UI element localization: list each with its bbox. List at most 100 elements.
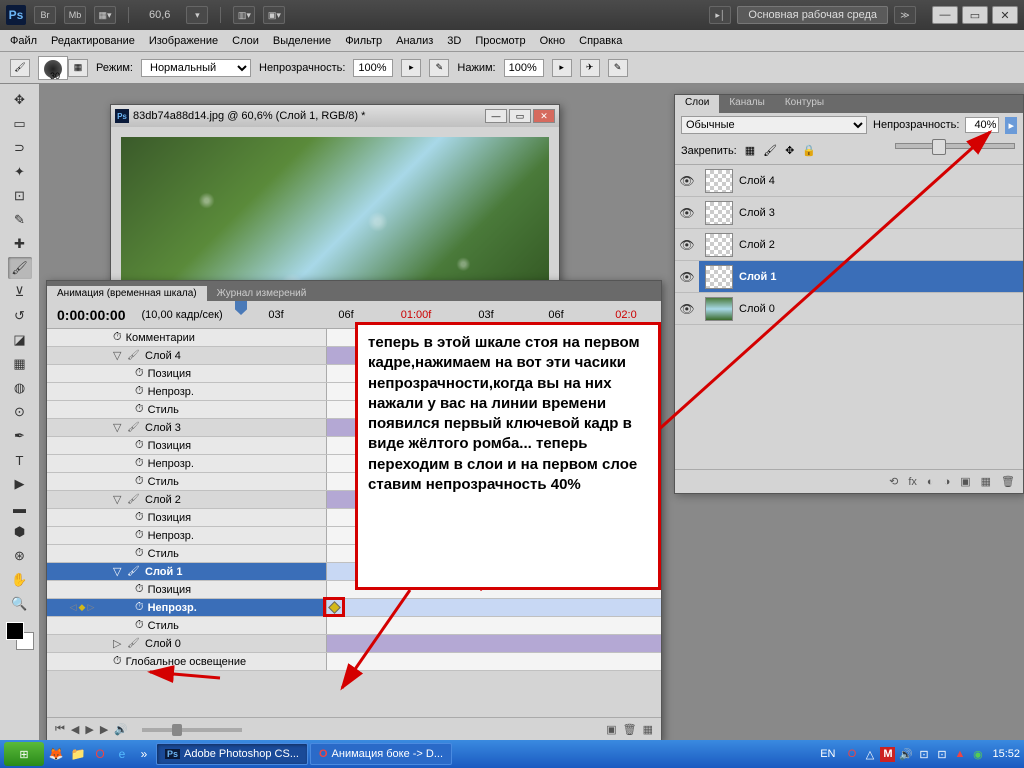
visibility-toggle[interactable]: 👁 bbox=[675, 238, 699, 252]
blend-mode-select[interactable]: Нормальный bbox=[141, 59, 251, 77]
layer-group-button[interactable]: ▣ bbox=[960, 475, 970, 488]
quick-launch-icon[interactable]: e bbox=[112, 744, 132, 764]
delete-layer-button[interactable]: 🗑 bbox=[1001, 475, 1015, 488]
hand-tool[interactable]: ✋ bbox=[8, 569, 32, 591]
track-layer[interactable]: Слой 2 bbox=[145, 494, 326, 506]
tray-icon[interactable]: ⊡ bbox=[916, 747, 931, 762]
airbrush-toggle[interactable]: ✈ bbox=[580, 59, 600, 77]
window-minimize-button[interactable]: — bbox=[932, 6, 958, 24]
layer-mask-button[interactable]: ◐ bbox=[927, 476, 934, 488]
goto-first-frame-button[interactable]: ⏮ bbox=[55, 723, 65, 736]
opacity-pressure-toggle[interactable]: ✎ bbox=[429, 59, 449, 77]
window-close-button[interactable]: ✕ bbox=[992, 6, 1018, 24]
track-layer[interactable]: Слой 4 bbox=[145, 350, 326, 362]
audio-toggle[interactable]: 🔊 bbox=[114, 723, 128, 736]
clock[interactable]: 15:52 bbox=[992, 748, 1020, 760]
document-titlebar[interactable]: Ps 83db74a88d14.jpg @ 60,6% (Слой 1, RGB… bbox=[111, 105, 559, 127]
global-lighting-track[interactable]: Глобальное освещение bbox=[126, 656, 326, 668]
tray-icon[interactable]: ⊡ bbox=[934, 747, 949, 762]
stopwatch-icon[interactable]: ⏱ bbox=[135, 601, 144, 614]
workspace-switcher[interactable]: Основная рабочая среда bbox=[737, 6, 888, 24]
lock-transparency-button[interactable]: ▦ bbox=[745, 144, 755, 157]
menu-window[interactable]: Окно bbox=[540, 35, 566, 47]
history-brush-tool[interactable]: ↺ bbox=[8, 305, 32, 327]
gradient-tool[interactable]: ▦ bbox=[8, 353, 32, 375]
layer-opacity-input[interactable] bbox=[965, 117, 999, 133]
view-extras-button[interactable]: ▦▾ bbox=[94, 6, 116, 24]
onion-skin-button[interactable]: ▣ bbox=[606, 723, 616, 736]
pen-tool[interactable]: ✒ bbox=[8, 425, 32, 447]
lock-all-button[interactable]: 🔒 bbox=[802, 144, 816, 157]
dodge-tool[interactable]: ⊙ bbox=[8, 401, 32, 423]
start-button[interactable]: ⊞ bbox=[4, 742, 44, 766]
stamp-tool[interactable]: ⊻ bbox=[8, 281, 32, 303]
tab-animation[interactable]: Анимация (временная шкала) bbox=[47, 286, 207, 301]
menu-filter[interactable]: Фильтр bbox=[345, 35, 382, 47]
timecode[interactable]: 0:00:00:00 bbox=[57, 307, 126, 323]
layer-row[interactable]: 👁Слой 2 bbox=[675, 229, 1023, 261]
lasso-tool[interactable]: ⊃ bbox=[8, 137, 32, 159]
track-layer[interactable]: Слой 0 bbox=[145, 638, 326, 650]
tray-icon[interactable]: O bbox=[844, 747, 859, 762]
tab-measurement-log[interactable]: Журнал измерений bbox=[207, 286, 317, 301]
quick-launch-icon[interactable]: 📁 bbox=[68, 744, 88, 764]
quick-select-tool[interactable]: ✦ bbox=[8, 161, 32, 183]
brush-panel-toggle[interactable]: ▦ bbox=[68, 59, 88, 77]
tray-icon[interactable]: ◉ bbox=[970, 747, 985, 762]
type-tool[interactable]: T bbox=[8, 449, 32, 471]
quick-launch-icon[interactable]: » bbox=[134, 744, 154, 764]
tab-channels[interactable]: Каналы bbox=[719, 95, 775, 113]
layer-row[interactable]: 👁Слой 0 bbox=[675, 293, 1023, 325]
document-minimize-button[interactable]: — bbox=[485, 109, 507, 123]
tab-paths[interactable]: Контуры bbox=[775, 95, 834, 113]
quick-launch-icon[interactable]: 🦊 bbox=[46, 744, 66, 764]
crop-tool[interactable]: ⊡ bbox=[8, 185, 32, 207]
layer-row-selected[interactable]: 👁Слой 1 bbox=[675, 261, 1023, 293]
tray-volume-icon[interactable]: 🔊 bbox=[898, 747, 913, 762]
color-swatches[interactable] bbox=[6, 622, 34, 650]
link-layers-button[interactable]: ⟲ bbox=[889, 475, 898, 488]
flow-flyout[interactable]: ▸ bbox=[552, 59, 572, 77]
flow-input[interactable] bbox=[504, 59, 544, 77]
zoom-tool[interactable]: 🔍 bbox=[8, 593, 32, 615]
zoom-level[interactable]: 60,6 bbox=[149, 9, 170, 21]
healing-tool[interactable]: ✚ bbox=[8, 233, 32, 255]
menu-edit[interactable]: Редактирование bbox=[51, 35, 135, 47]
menu-analysis[interactable]: Анализ bbox=[396, 35, 433, 47]
workspace-more-button[interactable]: ≫ bbox=[894, 6, 916, 24]
taskbar-task[interactable]: PsAdobe Photoshop CS... bbox=[156, 743, 308, 765]
layer-row[interactable]: 👁Слой 4 bbox=[675, 165, 1023, 197]
menu-image[interactable]: Изображение bbox=[149, 35, 218, 47]
menu-file[interactable]: Файл bbox=[10, 35, 37, 47]
opacity-property-selected[interactable]: Непрозр. bbox=[148, 602, 326, 614]
arrange-docs-button[interactable]: ▥▾ bbox=[233, 6, 255, 24]
next-frame-button[interactable]: ▶ bbox=[100, 723, 108, 736]
blur-tool[interactable]: ◍ bbox=[8, 377, 32, 399]
menu-help[interactable]: Справка bbox=[579, 35, 622, 47]
move-tool[interactable]: ✥ bbox=[8, 89, 32, 111]
shape-tool[interactable]: ▬ bbox=[8, 497, 32, 519]
layer-blend-mode-select[interactable]: Обычные bbox=[681, 116, 867, 134]
menu-select[interactable]: Выделение bbox=[273, 35, 331, 47]
lock-pixels-button[interactable]: 🖌 bbox=[763, 144, 777, 157]
language-indicator[interactable]: EN bbox=[820, 748, 835, 760]
lock-position-button[interactable]: ✥ bbox=[785, 144, 794, 157]
document-close-button[interactable]: ✕ bbox=[533, 109, 555, 123]
layer-style-button[interactable]: fx bbox=[908, 476, 917, 488]
track-layer[interactable]: Слой 3 bbox=[145, 422, 326, 434]
document-maximize-button[interactable]: ▭ bbox=[509, 109, 531, 123]
keyframe-marker[interactable] bbox=[323, 597, 345, 617]
screen-mode-button[interactable]: ▣▾ bbox=[263, 6, 285, 24]
adjustment-layer-button[interactable]: ◑ bbox=[944, 476, 951, 488]
size-pressure-toggle[interactable]: ✎ bbox=[608, 59, 628, 77]
tray-icon[interactable]: △ bbox=[862, 747, 877, 762]
visibility-toggle[interactable]: 👁 bbox=[675, 174, 699, 188]
convert-frames-button[interactable]: ▦ bbox=[643, 723, 653, 736]
zoom-dropdown[interactable]: ▾ bbox=[186, 6, 208, 24]
prev-frame-button[interactable]: ◀ bbox=[71, 723, 79, 736]
tray-icon[interactable]: M bbox=[880, 747, 895, 762]
new-layer-button[interactable]: ▦ bbox=[981, 475, 991, 488]
window-maximize-button[interactable]: ▭ bbox=[962, 6, 988, 24]
brush-tool[interactable]: 🖌 bbox=[8, 257, 32, 279]
quick-launch-icon[interactable]: O bbox=[90, 744, 110, 764]
